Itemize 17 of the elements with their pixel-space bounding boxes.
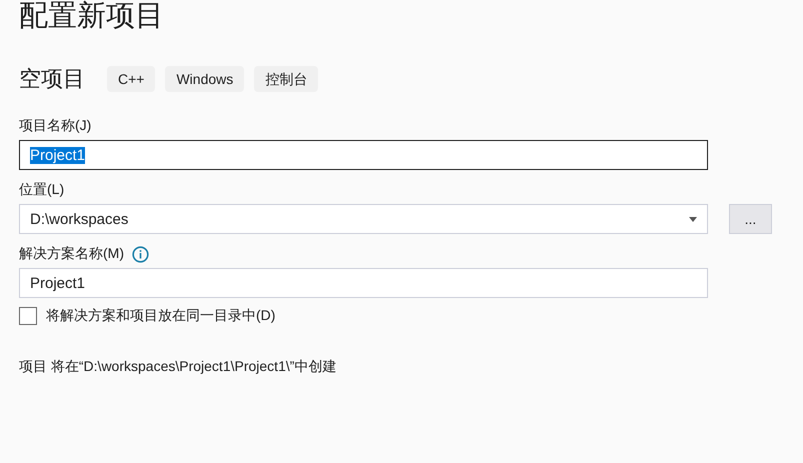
checkbox-label[interactable]: 将解决方案和项目放在同一目录中(D)	[46, 307, 276, 325]
info-icon[interactable]	[132, 246, 149, 262]
text-field[interactable]: Project1	[19, 268, 708, 298]
tag: C++	[107, 66, 156, 92]
field-label: 项目名称(J)	[19, 117, 92, 135]
tag: Windows	[165, 66, 244, 92]
caret-icon	[689, 216, 697, 222]
checkbox[interactable]	[19, 307, 37, 325]
page-title: 配置新项目	[19, 0, 165, 34]
summary-text: 项目 将在“D:\workspaces\Project1\Project1\”中创建	[19, 358, 338, 376]
field-label: 解决方案名称(M)	[19, 245, 124, 263]
browse-button[interactable]: ...	[729, 204, 772, 234]
tag: 控制台	[254, 66, 318, 92]
field-label: 位置(L)	[19, 181, 64, 199]
template-name: 空项目	[19, 65, 85, 93]
location-dropdown[interactable]: D:\workspaces	[19, 204, 708, 234]
text-field[interactable]: Project1	[19, 140, 708, 170]
